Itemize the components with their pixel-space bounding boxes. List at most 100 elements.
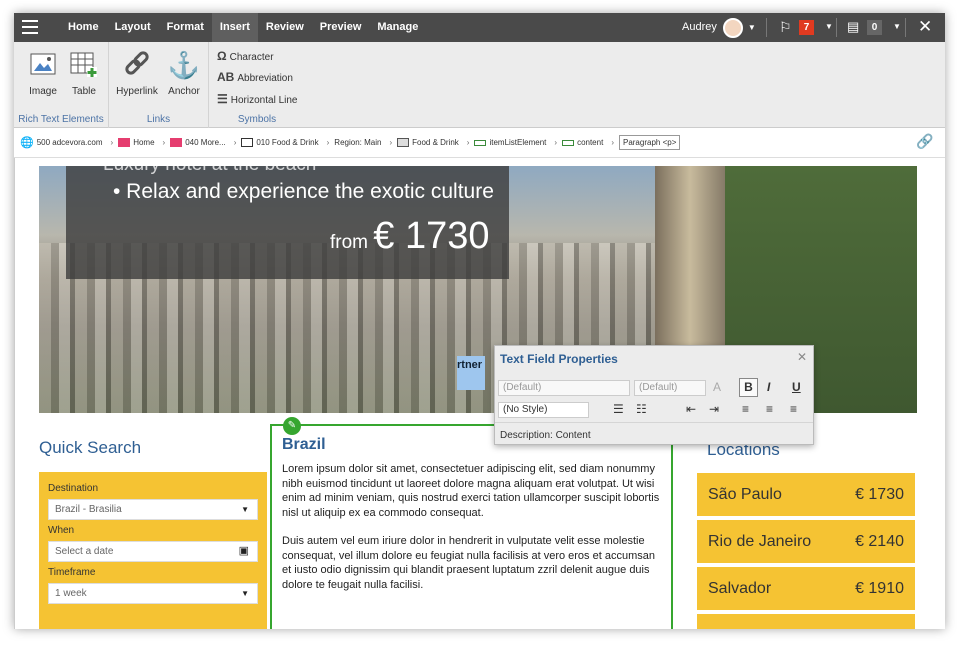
date-input[interactable]: Select a date ▣ [48,541,258,562]
chevron-down-icon: ▼ [747,23,756,32]
breadcrumb-item[interactable]: Region: Main [334,138,381,147]
clipboard-icon[interactable]: ▤ [847,19,859,35]
breadcrumb-item[interactable]: 040 More... [185,138,225,147]
hero-price[interactable]: from € 1730 [330,215,490,258]
nav-insert[interactable]: Insert [211,13,258,42]
article-block[interactable]: ✎ Brazil Lorem ipsum dolor sit amet, con… [270,417,673,629]
underline-icon[interactable]: U [792,380,801,394]
folder-icon [170,138,183,147]
location-item[interactable]: Rio de Janeiro € 2140 [697,520,915,563]
price-value: € 1730 [373,215,490,257]
nav-manage[interactable]: Manage [369,13,426,42]
hero-tagline[interactable]: • Relax and experience the exotic cultur… [113,180,494,204]
popup-description: Description: Content [500,430,591,441]
chain-link-icon [122,50,152,80]
pencil-icon[interactable]: ✎ [283,417,301,435]
style-select[interactable]: (No Style) [498,402,589,418]
quick-search-title[interactable]: Quick Search [39,438,267,458]
anchor-button[interactable]: ⚓ Anchor [165,50,203,98]
rich-text-group-title: Rich Text Elements [18,114,104,125]
article-paragraph[interactable]: Lorem ipsum dolor sit amet, consectetuer… [282,462,661,520]
breadcrumb-item[interactable]: Home [133,138,154,147]
chevron-down-icon[interactable]: ▼ [893,22,901,31]
link-icon[interactable]: 🔗 [916,133,933,150]
links-group-title: Links [146,114,171,125]
font-size-select[interactable]: (Default) [634,380,706,396]
document-icon [397,138,410,147]
element-icon [562,139,575,146]
timeframe-select[interactable]: 1 week ▼ [48,583,258,604]
location-price: € 1730 [855,485,904,503]
chevron-down-icon[interactable]: ▼ [825,22,833,31]
date-placeholder: Select a date [55,546,114,557]
destination-label: Destination [48,483,99,494]
close-icon[interactable]: ✕ [918,17,932,37]
calendar-icon[interactable]: ▣ [239,542,249,561]
ribbon: Image Table Rich Text Elements Hyperlink… [14,42,945,128]
globe-icon: 🌐 [20,137,34,149]
element-icon [474,139,487,146]
timeframe-label: Timeframe [48,567,96,578]
text-field-properties-popup: Text Field Properties ✕ (Default) (Defau… [494,345,814,445]
nav-layout[interactable]: Layout [107,13,159,42]
character-button[interactable]: Ω Character [217,49,274,63]
horizontal-line-label: Horizontal Line [230,95,298,106]
hamburger-menu-icon[interactable] [22,20,38,34]
abbreviation-button[interactable]: AB Abbreviation [217,70,293,84]
hyperlink-button[interactable]: Hyperlink [115,50,159,97]
location-item[interactable] [697,614,915,629]
chevron-right-icon: › [466,138,470,147]
location-item[interactable]: Salvador € 1910 [697,567,915,610]
bold-icon[interactable]: B [739,378,758,397]
breadcrumb-item[interactable]: 010 Food & Drink [256,138,318,147]
close-icon[interactable]: ✕ [797,350,807,364]
nav-format[interactable]: Format [159,13,212,42]
align-left-icon[interactable]: ≡ [742,402,749,416]
omega-icon: Ω [217,49,227,63]
image-icon [28,50,58,80]
table-button[interactable]: Table [67,50,101,97]
font-color-icon[interactable]: A [713,380,721,394]
italic-icon[interactable]: I [767,380,770,394]
editor-window: Home Layout Format Insert Review Preview… [14,13,945,629]
nav-preview[interactable]: Preview [312,13,370,42]
breadcrumb-item[interactable]: Food & Drink [412,138,459,147]
abbreviation-label: Abbreviation [237,73,293,84]
chevron-down-icon: ▼ [241,505,249,514]
article-paragraph[interactable]: Duis autem vel eum iriure dolor in hendr… [282,534,661,592]
align-right-icon[interactable]: ≡ [790,402,797,416]
avatar [722,17,743,38]
chevron-right-icon: › [611,138,614,147]
chevron-right-icon: › [389,138,393,147]
breadcrumb-item[interactable]: content [577,138,603,147]
font-family-select[interactable]: (Default) [498,380,630,396]
page-icon [241,138,254,147]
breadcrumb-item[interactable]: 500 adcevora.com [37,138,103,147]
user-menu[interactable]: Audrey ▼ [682,13,761,42]
popup-title: Text Field Properties [500,352,618,366]
location-city: Rio de Janeiro [708,532,812,550]
hyperlink-label: Hyperlink [116,86,158,97]
breadcrumb-current[interactable]: Paragraph <p> [618,135,681,150]
selected-text[interactable]: rtner [457,356,485,390]
divider [766,18,767,37]
destination-select[interactable]: Brazil - Brasilia ▼ [48,499,258,520]
horizontal-line-button[interactable]: ☰ Horizontal Line [217,92,297,106]
location-item[interactable]: São Paulo € 1730 [697,473,915,516]
indent-icon[interactable]: ⇥ [709,402,719,416]
nav-home[interactable]: Home [60,13,107,42]
align-center-icon[interactable]: ≡ [766,402,773,416]
horizontal-line-icon: ☰ [217,92,228,106]
breadcrumb-item[interactable]: itemListElement [489,138,546,147]
nav-review[interactable]: Review [258,13,312,42]
abbreviation-icon: AB [217,70,235,84]
outdent-icon[interactable]: ⇤ [686,402,696,416]
symbols-group-title: Symbols [237,114,277,125]
hero-partial-line: Luxury hotel at the beach [103,166,316,176]
image-button[interactable]: Image [26,50,60,97]
bullet-list-icon[interactable]: ☰ [613,402,624,416]
numbered-list-icon[interactable]: ☷ [636,402,647,416]
divider [836,18,837,37]
chevron-right-icon: › [554,138,558,147]
flag-icon[interactable]: ⚐ [779,19,792,36]
